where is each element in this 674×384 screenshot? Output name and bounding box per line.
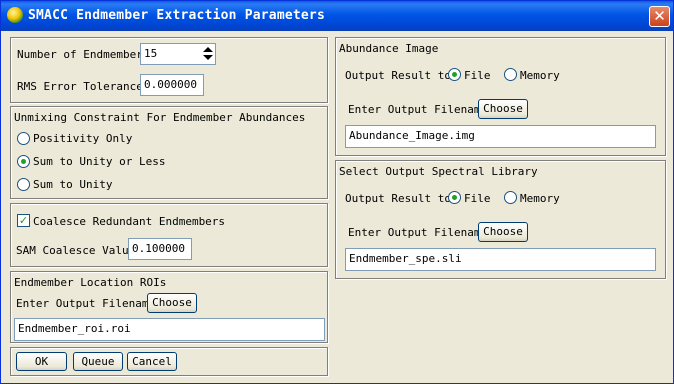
roi-title: Endmember Location ROIs (14, 276, 167, 289)
close-button[interactable]: ✕ (649, 6, 670, 27)
abundance-memory-radio[interactable] (504, 68, 517, 81)
spectral-choose-button[interactable]: Choose (478, 222, 528, 242)
spectral-file-label[interactable]: File (464, 192, 491, 205)
sam-coalesce-label: SAM Coalesce Value (16, 244, 136, 257)
roi-filename-input[interactable]: Endmember_roi.roi (14, 318, 325, 341)
cancel-button[interactable]: Cancel (127, 352, 177, 371)
spectral-filename-input[interactable]: Endmember_spe.sli (345, 248, 656, 271)
stepper-up-icon[interactable] (203, 47, 213, 52)
sum-to-unity-radio[interactable] (17, 178, 30, 191)
abundance-file-radio[interactable] (448, 68, 461, 81)
abundance-output-label: Output Result to (345, 69, 451, 82)
spectral-filename-label: Enter Output Filename (348, 226, 488, 239)
abundance-title: Abundance Image (339, 42, 439, 55)
spectral-memory-radio[interactable] (504, 191, 517, 204)
spectral-file-radio[interactable] (448, 191, 461, 204)
sum-to-unity-or-less-radio[interactable] (17, 155, 30, 168)
title-bar[interactable]: SMACC Endmember Extraction Parameters ✕ (1, 1, 673, 31)
rms-label: RMS Error Tolerance (17, 80, 143, 93)
abundance-choose-button[interactable]: Choose (478, 99, 528, 119)
roi-choose-button[interactable]: Choose (147, 293, 197, 313)
abundance-filename-input[interactable]: Abundance_Image.img (345, 125, 656, 148)
params-panel: Number of Endmembers 15 RMS Error Tolera… (10, 37, 328, 103)
num-endmembers-stepper[interactable] (201, 44, 215, 64)
positivity-only-label[interactable]: Positivity Only (33, 132, 132, 145)
dialog-window: SMACC Endmember Extraction Parameters ✕ … (0, 0, 674, 384)
abundance-panel: Abundance Image Output Result to File Me… (335, 37, 666, 156)
unmixing-title: Unmixing Constraint For Endmember Abunda… (14, 111, 306, 124)
spectral-memory-label[interactable]: Memory (520, 192, 560, 205)
sum-to-unity-label[interactable]: Sum to Unity (33, 178, 112, 191)
queue-button[interactable]: Queue (73, 352, 123, 371)
roi-panel: Endmember Location ROIs Enter Output Fil… (10, 271, 328, 343)
window-title: SMACC Endmember Extraction Parameters (28, 8, 325, 23)
roi-filename-label: Enter Output Filename (16, 297, 156, 310)
abundance-filename-label: Enter Output Filename (348, 103, 488, 116)
coalesce-checkbox[interactable]: ✓ (17, 214, 30, 227)
stepper-down-icon[interactable] (203, 55, 213, 60)
spectral-panel: Select Output Spectral Library Output Re… (335, 160, 666, 279)
num-endmembers-label: Number of Endmembers (17, 48, 150, 61)
envi-globe-icon (7, 7, 23, 23)
unmixing-panel: Unmixing Constraint For Endmember Abunda… (10, 106, 328, 199)
ok-button[interactable]: OK (16, 352, 67, 371)
rms-input[interactable]: 0.000000 (140, 74, 204, 96)
coalesce-panel: ✓ Coalesce Redundant Endmembers SAM Coal… (10, 203, 328, 267)
positivity-only-radio[interactable] (17, 132, 30, 145)
spectral-title: Select Output Spectral Library (339, 165, 538, 178)
sam-coalesce-input[interactable]: 0.100000 (128, 238, 192, 260)
coalesce-label[interactable]: Coalesce Redundant Endmembers (33, 215, 225, 228)
spectral-output-label: Output Result to (345, 192, 451, 205)
abundance-file-label[interactable]: File (464, 69, 491, 82)
actions-panel: OK Queue Cancel (10, 347, 328, 376)
abundance-memory-label[interactable]: Memory (520, 69, 560, 82)
sum-to-unity-or-less-label[interactable]: Sum to Unity or Less (33, 155, 165, 168)
